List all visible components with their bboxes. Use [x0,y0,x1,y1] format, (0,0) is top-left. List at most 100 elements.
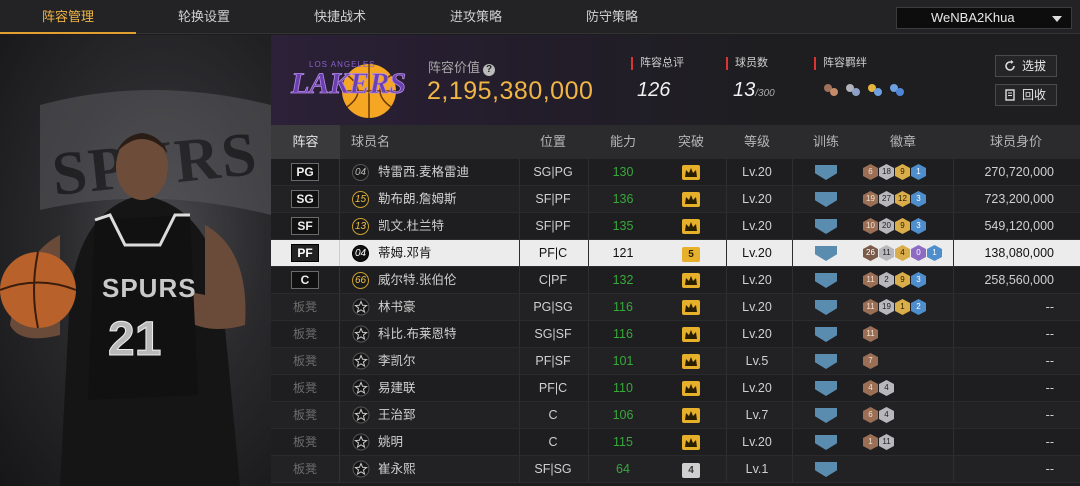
position-slot: PG [291,163,319,181]
badge-list: 7 [863,353,879,370]
player-breakthrough[interactable] [659,213,723,239]
tab-lineup[interactable]: 阵容管理 [0,0,136,34]
player-breakthrough[interactable] [659,321,723,347]
tab-quick-tactics[interactable]: 快捷战术 [272,0,408,34]
badge-icon: 18 [879,164,894,180]
player-training[interactable] [796,429,856,455]
player-name[interactable]: 凯文.杜兰特 [378,213,518,239]
player-training[interactable] [796,375,856,401]
training-icon [815,462,837,477]
player-name[interactable]: 姚明 [378,429,518,455]
player-breakthrough[interactable] [659,267,723,293]
breakthrough-value: 5 [688,249,694,260]
row-slot: 板凳 [271,402,340,428]
col-price[interactable]: 球员身价 [971,125,1061,159]
player-training[interactable] [796,240,856,266]
tab-defense[interactable]: 防守策略 [544,0,680,34]
lineup-value: 2,195,380,000 [427,77,594,105]
player-ability: 121 [612,246,634,260]
table-row[interactable]: SF 13 凯文.杜兰特 SF|PF 135 Lv.20 10 20 9 3 549,120,000 [271,213,1080,240]
table-row[interactable]: 板凳 易建联 PF|C 110 Lv.20 4 4 -- [271,375,1080,402]
player-training[interactable] [796,402,856,428]
col-position[interactable]: 位置 [521,125,585,159]
player-ability: 106 [612,408,634,422]
training-icon [815,192,837,207]
table-row[interactable]: PG 04 特雷西.麦格雷迪 SG|PG 130 Lv.20 6 18 9 1 270,720,00… [271,159,1080,186]
training-icon [815,327,837,342]
chemistry-icon-4 [890,84,904,96]
player-breakthrough[interactable] [659,429,723,455]
player-training[interactable] [796,213,856,239]
jersey-number-badge: 04 [352,245,369,262]
player-training[interactable] [796,348,856,374]
help-icon[interactable]: ? [483,64,496,76]
pick-button[interactable]: 选拔 [995,55,1057,77]
lakers-logo-text: LAKERS [290,67,406,100]
player-name[interactable]: 勒布朗.詹姆斯 [378,186,518,212]
player-training[interactable] [796,321,856,347]
recycle-button[interactable]: 回收 [995,84,1057,106]
breakthrough-icon [682,327,700,342]
badge-list: 11 [863,326,879,343]
tab-offense[interactable]: 进攻策略 [408,0,544,34]
player-training[interactable] [796,267,856,293]
player-level: Lv.20 [742,435,772,449]
table-row[interactable]: 板凳 崔永熙 SF|SG 64 4 Lv.1 -- [271,456,1080,483]
table-row[interactable]: 板凳 王治郅 C 106 Lv.7 6 4 -- [271,402,1080,429]
star-icon [352,433,370,451]
table-row[interactable]: PF 04 蒂姆.邓肯 PF|C 121 5 Lv.20 26 11 4 0 1 138,080,000 [271,240,1080,267]
player-name[interactable]: 蒂姆.邓肯 [378,240,518,266]
chemistry-icons[interactable] [821,79,911,99]
player-breakthrough[interactable] [659,294,723,320]
player-position: SF|PF [535,192,571,206]
col-level[interactable]: 等级 [725,125,789,159]
player-portrait-art: SPURS SPURS 21 [0,90,271,486]
player-name[interactable]: 李凯尔 [378,348,518,374]
table-row[interactable]: C 66 威尔特.张伯伦 C|PF 132 Lv.20 11 2 9 3 258,560,000 [271,267,1080,294]
training-icon [815,165,837,180]
chemistry-icon-3 [868,84,882,96]
account-dropdown[interactable]: WeNBA2Khua [896,7,1072,29]
badge-icon: 1 [863,434,878,450]
player-training[interactable] [796,159,856,185]
table-row[interactable]: 板凳 姚明 C 115 Lv.20 1 11 -- [271,429,1080,456]
col-breakthrough[interactable]: 突破 [659,125,723,159]
roster-table-header: 阵容 球员名 位置 能力 突破 等级 训练 徽章 球员身价 [271,125,1080,159]
player-breakthrough[interactable]: 4 [659,456,723,482]
training-icon [815,246,837,261]
chemistry-icon-1 [824,84,838,96]
player-name[interactable]: 科比.布莱恩特 [378,321,518,347]
player-name[interactable]: 林书豪 [378,294,518,320]
player-name[interactable]: 易建联 [378,375,518,401]
player-level: Lv.20 [742,300,772,314]
badge-list: 10 20 9 3 [863,218,927,235]
player-position: PG|SG [533,300,573,314]
table-row[interactable]: 板凳 林书豪 PG|SG 116 Lv.20 11 19 1 2 -- [271,294,1080,321]
player-name[interactable]: 特雷西.麦格雷迪 [378,159,518,185]
player-training[interactable] [796,186,856,212]
player-training[interactable] [796,456,856,482]
player-name[interactable]: 王治郅 [378,402,518,428]
tab-rotation[interactable]: 轮换设置 [136,0,272,34]
player-breakthrough[interactable]: 5 [659,240,723,266]
table-row[interactable]: 板凳 科比.布莱恩特 SG|SF 116 Lv.20 11 -- [271,321,1080,348]
col-ability[interactable]: 能力 [591,125,655,159]
player-training[interactable] [796,294,856,320]
player-level: Lv.20 [742,381,772,395]
badge-icon: 2 [911,299,926,315]
player-breakthrough[interactable] [659,348,723,374]
player-position: C [548,408,558,422]
table-row[interactable]: SG 15 勒布朗.詹姆斯 SF|PF 136 Lv.20 19 27 12 3 723,200,0… [271,186,1080,213]
player-breakthrough[interactable] [659,159,723,185]
table-row[interactable]: 板凳 李凯尔 PF|SF 101 Lv.5 7 -- [271,348,1080,375]
player-price: 549,120,000 [984,219,1054,233]
player-position: SG|PG [533,165,573,179]
player-breakthrough[interactable] [659,375,723,401]
player-breakthrough[interactable] [659,402,723,428]
player-name[interactable]: 威尔特.张伯伦 [378,267,518,293]
col-player-name: 球员名 [351,134,391,149]
player-name[interactable]: 崔永熙 [378,456,518,482]
row-mark: 04 [341,240,371,266]
player-breakthrough[interactable] [659,186,723,212]
row-slot: 板凳 [271,375,340,401]
